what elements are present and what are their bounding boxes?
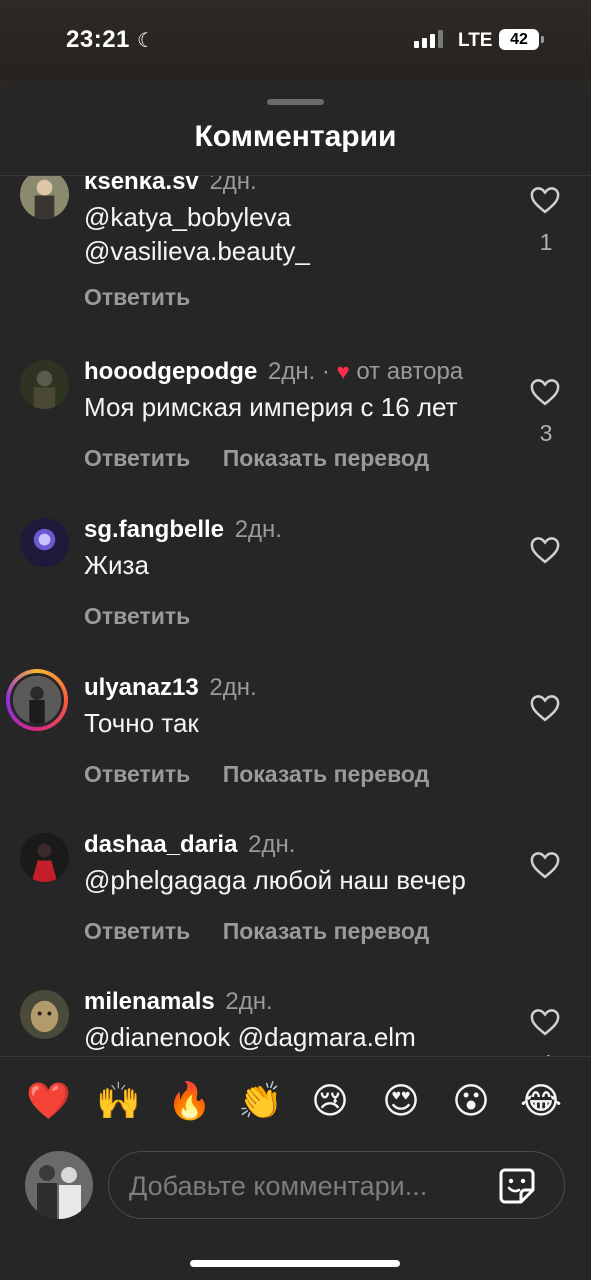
heart-outline-icon xyxy=(530,379,560,406)
comment-username[interactable]: sg.fangbelle xyxy=(84,516,224,543)
like-button[interactable] xyxy=(530,378,562,408)
heart-outline-icon xyxy=(530,1009,560,1036)
like-button[interactable] xyxy=(530,186,562,216)
emoji-heart-eyes-button[interactable]: 😍 xyxy=(379,1079,423,1123)
comment-text: @dianenook @dagmara.elm xyxy=(84,1022,416,1052)
status-bar: 23:21 ☾ LTE 42 xyxy=(0,0,591,80)
emoji-surprised-button[interactable]: 😮 xyxy=(449,1079,493,1123)
emoji-clap-button[interactable]: 👏 xyxy=(238,1079,283,1123)
sticker-icon[interactable] xyxy=(497,1166,537,1206)
reply-button[interactable]: Ответить xyxy=(84,918,190,944)
emoji-heart-button[interactable]: ❤️ xyxy=(26,1079,71,1123)
like-button[interactable] xyxy=(530,1008,562,1038)
comment-input-placeholder: Добавьте комментари... xyxy=(129,1171,428,1201)
comment-text: Точно так xyxy=(84,708,199,738)
avatar[interactable] xyxy=(20,176,69,219)
comment-date: 2дн. xyxy=(248,831,296,858)
reply-button[interactable]: Ответить xyxy=(84,445,190,471)
reply-button[interactable]: Ответить xyxy=(84,603,190,629)
emoji-laughing-button[interactable]: 😂 xyxy=(519,1079,563,1123)
reply-button[interactable]: Ответить xyxy=(84,761,190,787)
sheet-title: Комментарии xyxy=(194,120,397,153)
current-user-avatar xyxy=(25,1151,93,1219)
moon-icon: ☾ xyxy=(137,30,155,52)
show-translation-button[interactable]: Показать перевод xyxy=(223,918,430,944)
comment-date: 2дн. xyxy=(267,358,316,385)
avatar[interactable] xyxy=(20,518,69,567)
comment-username[interactable]: hooodgepodge xyxy=(84,358,257,385)
like-button[interactable] xyxy=(530,536,562,566)
status-time: 23:21 xyxy=(66,26,130,53)
comment-mention[interactable]: @katya_bobyleva xyxy=(84,200,310,234)
battery-icon: 42 xyxy=(499,29,544,50)
like-button[interactable] xyxy=(530,851,562,881)
like-button[interactable] xyxy=(530,694,562,724)
comment-text: Жиза xyxy=(84,550,149,580)
comment-mention[interactable]: @phelgagaga xyxy=(84,865,246,895)
comment-input[interactable]: Добавьте комментари... xyxy=(108,1151,565,1219)
author-liked-label: · ♥ от автора xyxy=(321,358,464,385)
emoji-fire-button[interactable]: 🔥 xyxy=(167,1079,212,1123)
comment-username[interactable]: ulyanaz13 xyxy=(84,674,199,701)
comment-username[interactable]: milenamals xyxy=(84,988,215,1015)
comment-username[interactable]: dashaa_daria xyxy=(84,831,237,858)
heart-filled-icon: ♥ xyxy=(336,359,350,384)
heart-outline-icon xyxy=(530,537,560,564)
heart-outline-icon xyxy=(530,852,560,879)
avatar[interactable] xyxy=(20,360,69,409)
network-label: LTE xyxy=(458,30,493,51)
emoji-reaction-bar: ❤️ 🙌 🔥 👏 😢 😍 😮 😂 xyxy=(0,1056,591,1126)
avatar[interactable] xyxy=(20,990,69,1039)
comments-list[interactable]: ksenka.sv 2дн. @katya_bobyleva @vasiliev… xyxy=(0,176,591,1056)
show-translation-button[interactable]: Показать перевод xyxy=(223,445,430,471)
avatar-story-ring[interactable] xyxy=(6,669,68,731)
comment-text: Моя римская империя с 16 лет xyxy=(84,392,458,422)
home-indicator xyxy=(190,1260,400,1267)
heart-outline-icon xyxy=(530,187,560,214)
comment-date: 2дн. xyxy=(225,988,273,1015)
avatar[interactable] xyxy=(20,833,69,882)
show-translation-button[interactable]: Показать перевод xyxy=(223,761,430,787)
comment-date: 2дн. xyxy=(209,176,257,195)
comment-mention[interactable]: @vasilieva.beauty_ xyxy=(84,234,310,268)
comment-username[interactable]: ksenka.sv xyxy=(84,176,199,195)
reply-button[interactable]: Ответить xyxy=(84,284,190,310)
emoji-raised-hands-button[interactable]: 🙌 xyxy=(96,1079,141,1123)
comments-sheet: Комментарии ksenka.sv 2дн. @katya_bobyle… xyxy=(0,80,591,1280)
comment-date: 2дн. xyxy=(209,674,257,701)
sheet-grabber[interactable] xyxy=(267,99,324,105)
emoji-crying-button[interactable]: 😢 xyxy=(308,1079,352,1123)
like-count: 3 xyxy=(539,420,553,446)
comment-text: @katya_bobyleva @vasilieva.beauty_ xyxy=(84,200,310,268)
heart-outline-icon xyxy=(530,695,560,722)
comment-date: 2дн. xyxy=(234,516,282,543)
comment-text: @phelgagaga любой наш вечер xyxy=(84,865,466,895)
like-count: 1 xyxy=(539,229,553,255)
signal-icon xyxy=(414,30,443,48)
